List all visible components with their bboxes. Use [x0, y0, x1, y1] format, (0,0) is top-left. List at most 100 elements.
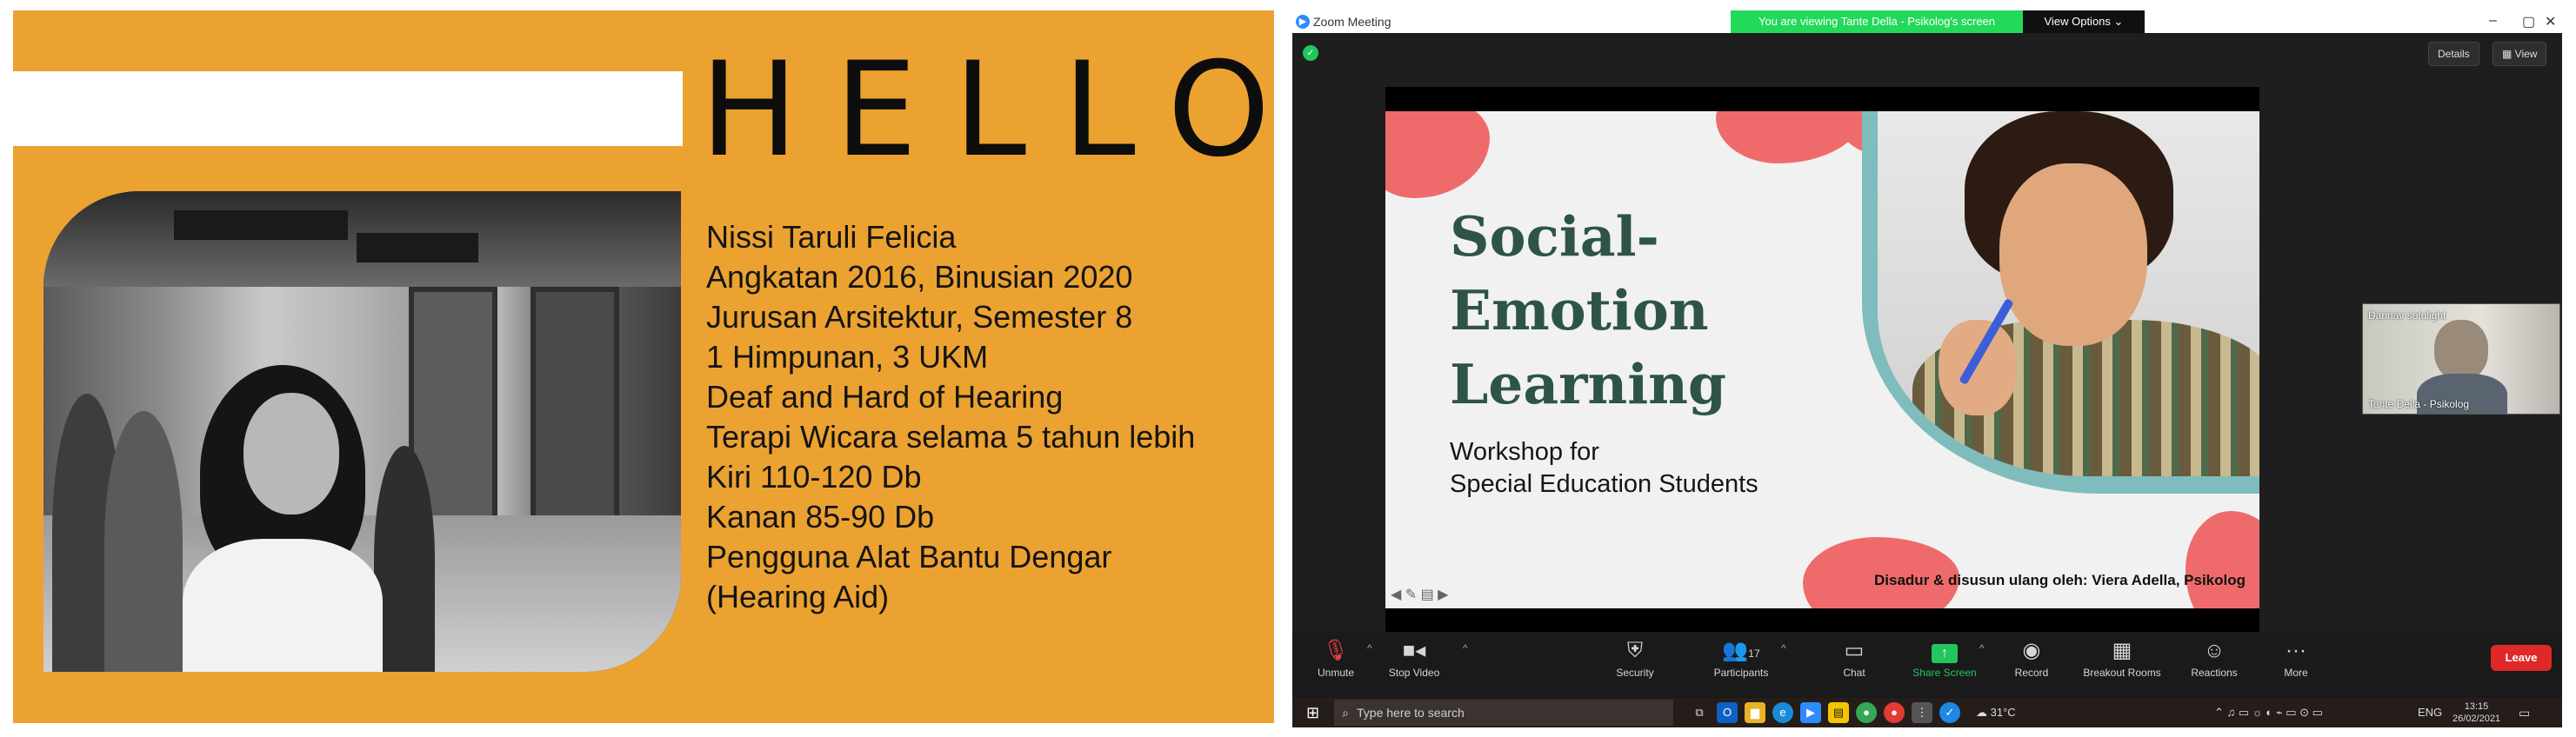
- bio-line: (Hearing Aid): [706, 579, 890, 614]
- minimize-icon[interactable]: –: [2489, 13, 2497, 29]
- language-indicator[interactable]: ENG: [2418, 706, 2442, 719]
- outlook-icon[interactable]: O: [1717, 702, 1738, 723]
- shared-slide: Social- Emotion Learning Workshop for Sp…: [1385, 111, 2259, 608]
- more-dots-icon: ···: [2286, 639, 2306, 662]
- bio-text: Nissi Taruli Felicia Angkatan 2016, Binu…: [706, 217, 1195, 617]
- windows-taskbar: ⊞ ⌕ Type here to search ⧉ O ▆ e ▶ ▤ ● ● ⋮…: [1292, 698, 2562, 727]
- meeting-toolbar: 🎙 Unmute ^ ■◂ Stop Video ^ ⛨ Security 👥1…: [1292, 632, 2562, 698]
- weather-widget[interactable]: ☁ 31°C: [1976, 706, 2016, 720]
- chevron-down-icon: ⌄: [2113, 15, 2124, 28]
- view-options-button[interactable]: View Options ⌄: [2023, 10, 2145, 33]
- bio-line: Pengguna Alat Bantu Dengar: [706, 539, 1112, 574]
- slideshow-controls-icon[interactable]: ◀ ✎ ▤ ▶: [1391, 586, 1448, 603]
- tray-icons[interactable]: ⌃ ♫ ▭ ☼ ◐ ⌁ ▭ ⊙ ▭: [2214, 706, 2323, 720]
- view-options-label: View Options: [2044, 15, 2111, 28]
- app-icon[interactable]: ✓: [1939, 702, 1960, 723]
- slide-title: Social- Emotion Learning: [1450, 200, 1726, 422]
- record-label: Record: [2014, 667, 2049, 679]
- details-button[interactable]: Details: [2428, 42, 2479, 66]
- cloud-icon: ☁: [1976, 706, 1991, 719]
- task-view-icon[interactable]: ⧉: [1689, 702, 1710, 723]
- shield-icon: ⛨: [1627, 639, 1643, 662]
- leave-button[interactable]: Leave: [2491, 645, 2552, 671]
- bio-line: Angkatan 2016, Binusian 2020: [706, 259, 1133, 295]
- subtitle-line: Special Education Students: [1450, 470, 1758, 498]
- security-button[interactable]: ⛨ Security: [1583, 639, 1687, 679]
- chrome-icon[interactable]: ●: [1856, 702, 1877, 723]
- restore-icon[interactable]: ▢: [2522, 13, 2535, 30]
- bio-line: Kanan 85-90 Db: [706, 499, 935, 534]
- participants-button[interactable]: 👥17 Participants: [1689, 639, 1793, 679]
- clock-date: 26/02/2021: [2453, 714, 2501, 724]
- notification-icon[interactable]: ▭: [2519, 706, 2530, 720]
- more-button[interactable]: ··· More: [2244, 639, 2348, 679]
- file-explorer-icon[interactable]: ▆: [1745, 702, 1765, 723]
- close-icon[interactable]: ✕: [2545, 13, 2556, 30]
- title-line: Social-: [1450, 204, 1659, 269]
- white-title-bar: [13, 71, 683, 146]
- breakout-rooms-button[interactable]: ▦ Breakout Rooms: [2070, 639, 2174, 679]
- bio-line: Kiri 110-120 Db: [706, 459, 922, 495]
- decor-blob: [2186, 511, 2259, 608]
- zoom-window: ▶ Zoom Meeting You are viewing Tante Del…: [1292, 10, 2562, 727]
- bio-line: Jurusan Arsitektur, Semester 8: [706, 299, 1133, 335]
- decor-blob: [1385, 111, 1490, 198]
- record-icon: ◉: [2022, 639, 2041, 662]
- app-title: Zoom Meeting: [1313, 15, 1391, 29]
- profile-photo: [43, 191, 681, 672]
- video-options-caret-icon[interactable]: ^: [1463, 642, 1468, 654]
- clock-time: 13:15: [2464, 701, 2489, 712]
- security-shield-icon[interactable]: ✓: [1303, 45, 1318, 61]
- breakout-rooms-label: Breakout Rooms: [2083, 667, 2161, 679]
- student-photo: [1878, 111, 2259, 476]
- intro-slide: HELLO! Nissi Taruli Felicia Angkatan 201…: [13, 10, 1274, 723]
- bio-line: Deaf and Hard of Hearing: [706, 379, 1064, 415]
- bio-line: 1 Himpunan, 3 UKM: [706, 339, 989, 375]
- search-icon: ⌕: [1342, 706, 1349, 720]
- participants-label: Participants: [1713, 667, 1769, 679]
- stop-video-label: Stop Video: [1388, 667, 1440, 679]
- weather-temp: 31°C: [1990, 706, 2016, 719]
- more-label: More: [2284, 667, 2308, 679]
- slide-heading: HELLO!: [700, 35, 1274, 186]
- view-button[interactable]: ▦ View: [2493, 42, 2547, 66]
- title-line: Learning: [1450, 352, 1726, 416]
- breakout-rooms-icon: ▦: [2112, 639, 2132, 662]
- share-screen-icon: ↑: [1932, 644, 1958, 663]
- video-camera-icon: ■◂: [1402, 639, 1426, 662]
- record-button[interactable]: ◉ Record: [1979, 639, 2084, 679]
- subtitle-line: Workshop for: [1450, 438, 1599, 466]
- details-label: Details: [2438, 48, 2470, 60]
- shared-screen[interactable]: Social- Emotion Learning Workshop for Sp…: [1385, 87, 2259, 633]
- taskbar-clock[interactable]: 13:15 26/02/2021: [2453, 700, 2500, 725]
- search-placeholder: Type here to search: [1357, 706, 1465, 720]
- chat-label: Chat: [1843, 667, 1865, 679]
- zoom-logo-icon: ▶: [1296, 15, 1310, 29]
- media-app-icon[interactable]: ●: [1884, 702, 1905, 723]
- participants-icon: 👥17: [1722, 639, 1760, 662]
- slide-credit: Disadur & disusun ulang oleh: Viera Adel…: [1874, 572, 2246, 588]
- windows-start-icon[interactable]: ⊞: [1306, 705, 1319, 720]
- view-label: View: [2514, 48, 2538, 60]
- overflow-apps-icon[interactable]: ⋮: [1912, 702, 1932, 723]
- grid-icon: ▦: [2502, 48, 2515, 60]
- title-line: Emotion: [1450, 278, 1709, 342]
- chat-bubble-icon: ▭: [1844, 639, 1865, 662]
- edge-icon[interactable]: e: [1772, 702, 1793, 723]
- participant-name: Tante Della - Psikolog: [2368, 398, 2470, 410]
- taskbar-search-box[interactable]: ⌕ Type here to search: [1334, 700, 1673, 726]
- security-label: Security: [1616, 667, 1654, 679]
- zoom-taskbar-icon[interactable]: ▶: [1800, 702, 1821, 723]
- participant-video[interactable]: Dannav sotulight Tante Della - Psikolog: [2362, 303, 2560, 415]
- viewing-banner: You are viewing Tante Della - Psikolog's…: [1731, 10, 2023, 33]
- participant-header: Dannav sotulight: [2368, 309, 2446, 322]
- sticky-notes-icon[interactable]: ▤: [1828, 702, 1849, 723]
- slide-subtitle: Workshop for Special Education Students: [1450, 436, 1758, 501]
- chat-button[interactable]: ▭ Chat: [1802, 639, 1906, 679]
- bio-line: Terapi Wicara selama 5 tahun lebih: [706, 419, 1196, 455]
- participants-caret-icon[interactable]: ^: [1781, 642, 1786, 654]
- title-bar: ▶ Zoom Meeting You are viewing Tante Del…: [1292, 10, 2562, 33]
- stop-video-button[interactable]: ■◂ Stop Video: [1362, 639, 1466, 679]
- participants-count: 17: [1748, 647, 1760, 660]
- bio-line: Nissi Taruli Felicia: [706, 219, 957, 255]
